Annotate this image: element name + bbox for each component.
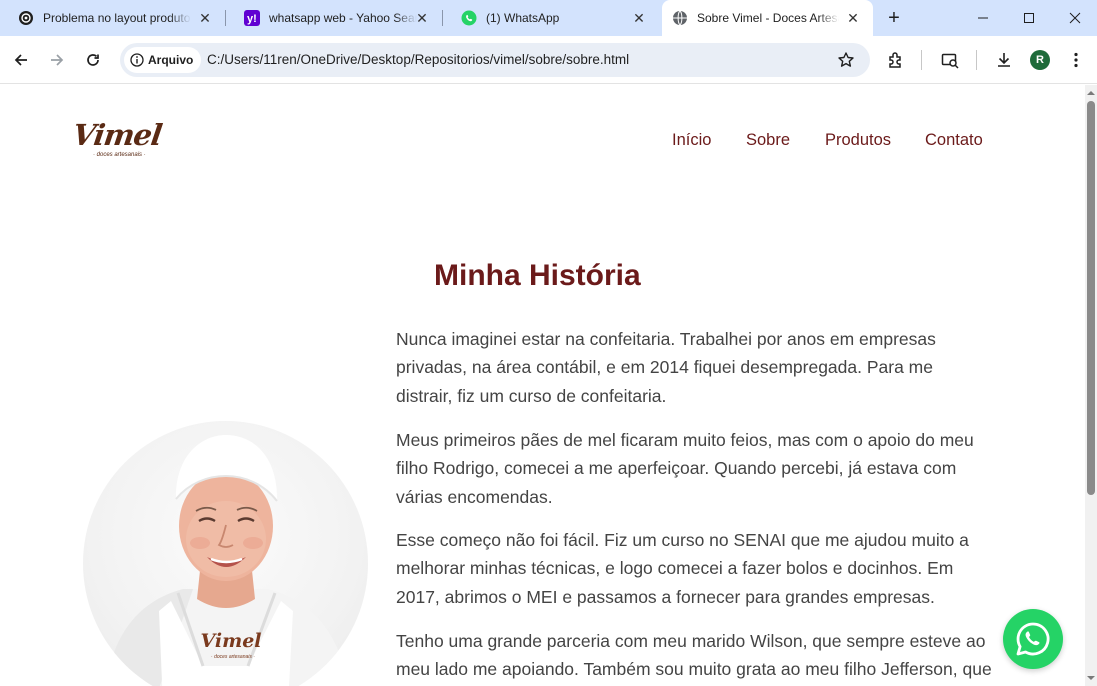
maximize-icon[interactable] xyxy=(1019,8,1039,28)
scroll-up-arrow-icon[interactable] xyxy=(1085,87,1097,99)
tab-title: Sobre Vimel - Doces Artesanais xyxy=(697,11,839,25)
openai-icon xyxy=(18,10,34,26)
globe-icon xyxy=(672,10,688,26)
scroll-down-arrow-icon[interactable] xyxy=(1085,672,1097,684)
tab-title: Problema no layout produtos xyxy=(43,11,191,25)
tab-yahoo[interactable]: y! whatsapp web - Yahoo Search ✕ xyxy=(226,0,442,36)
close-icon[interactable]: ✕ xyxy=(631,10,647,26)
paragraph-line: melhorar minhas técnicas, e logo comecei… xyxy=(396,558,954,579)
paragraph-line: distrair, fiz um curso de confeitaria. xyxy=(396,385,667,406)
site-logo[interactable]: Vimel · doces artesanais · xyxy=(70,118,164,163)
close-icon[interactable]: ✕ xyxy=(197,10,213,26)
story-paragraph: Tenho uma grande parceria com meu marido… xyxy=(396,627,996,684)
yahoo-icon: y! xyxy=(244,10,260,26)
story-paragraph: Esse começo não foi fácil. Fiz um curso … xyxy=(396,526,996,611)
minimize-icon[interactable] xyxy=(973,8,993,28)
profile-avatar[interactable]: R xyxy=(1030,50,1050,70)
site-info-chip[interactable]: Arquivo xyxy=(124,47,202,73)
forward-arrow-icon[interactable] xyxy=(47,50,67,70)
tab-search-icon[interactable] xyxy=(940,50,960,70)
close-icon[interactable]: ✕ xyxy=(414,10,430,26)
portrait-illustration: Vimel · doces artesanais · xyxy=(105,435,349,686)
apron-logo-subtext: · doces artesanais · xyxy=(211,654,255,660)
whatsapp-icon xyxy=(461,10,477,26)
close-window-icon[interactable] xyxy=(1065,8,1085,28)
founder-photo: Vimel · doces artesanais · xyxy=(83,421,368,686)
page-viewport: Vimel · doces artesanais · Início Sobre … xyxy=(0,85,1085,686)
back-arrow-icon[interactable] xyxy=(11,50,31,70)
tab-sobre-vimel[interactable]: Sobre Vimel - Doces Artesanais ✕ xyxy=(662,0,873,36)
info-icon xyxy=(130,53,144,67)
paragraph-line: privadas, na área contábil, e em 2014 fi… xyxy=(396,357,933,378)
download-icon[interactable] xyxy=(994,50,1014,70)
whatsapp-float-button[interactable] xyxy=(1003,609,1063,669)
page-title: Minha História xyxy=(434,259,641,292)
paragraph-line: Tenho uma grande parceria com meu marido… xyxy=(396,631,986,651)
extensions-icon[interactable] xyxy=(886,50,906,70)
new-tab-icon[interactable]: + xyxy=(884,8,904,28)
nav-link-sobre[interactable]: Sobre xyxy=(746,131,790,150)
apron-logo-text: Vimel xyxy=(200,630,261,652)
nav-link-inicio[interactable]: Início xyxy=(672,131,711,150)
toolbar-separator xyxy=(921,50,922,70)
kebab-menu-icon[interactable] xyxy=(1066,50,1086,70)
star-icon[interactable] xyxy=(836,50,856,70)
svg-text:y!: y! xyxy=(247,13,257,25)
tab-chatgpt[interactable]: Problema no layout produtos ✕ xyxy=(0,0,225,36)
url-text: C:/Users/11ren/OneDrive/Desktop/Reposito… xyxy=(207,52,630,67)
paragraph-line: Esse começo não foi fácil. Fiz um curso … xyxy=(396,530,969,550)
tab-whatsapp[interactable]: (1) WhatsApp ✕ xyxy=(443,0,659,36)
story-paragraph: Meus primeiros pães de mel ficaram muito… xyxy=(396,426,996,511)
paragraph-line: várias encomendas. xyxy=(396,486,553,507)
logo-text: Vimel xyxy=(70,118,164,152)
reload-icon[interactable] xyxy=(83,50,103,70)
paragraph-line: 2017, abrimos o MEI e passamos a fornece… xyxy=(396,586,935,607)
whatsapp-icon xyxy=(1016,622,1050,656)
address-bar[interactable]: Arquivo C:/Users/11ren/OneDrive/Desktop/… xyxy=(120,43,870,77)
page-scrollbar[interactable] xyxy=(1085,85,1097,686)
story-paragraph: Nunca imaginei estar na confeitaria. Tra… xyxy=(396,325,996,410)
scrollbar-thumb[interactable] xyxy=(1087,101,1095,495)
nav-link-contato[interactable]: Contato xyxy=(925,131,983,150)
security-chip-label: Arquivo xyxy=(148,53,194,67)
paragraph-line: Nunca imaginei estar na confeitaria. Tra… xyxy=(396,329,936,349)
tab-title: whatsapp web - Yahoo Search xyxy=(269,11,417,25)
tab-title: (1) WhatsApp xyxy=(486,11,560,25)
logo-subtext: · doces artesanais · xyxy=(93,152,146,158)
toolbar-separator xyxy=(976,50,977,70)
paragraph-line: filho Rodrigo, comecei a me aperfeiçoar.… xyxy=(396,458,957,479)
browser-tab-strip: Problema no layout produtos ✕ y! whatsap… xyxy=(0,0,1097,36)
paragraph-line: Meus primeiros pães de mel ficaram muito… xyxy=(396,430,974,450)
close-icon[interactable]: ✕ xyxy=(845,10,861,26)
paragraph-line: meu lado me apoiando. Também sou muito g… xyxy=(396,659,992,680)
browser-toolbar: Arquivo C:/Users/11ren/OneDrive/Desktop/… xyxy=(0,36,1097,84)
nav-link-produtos[interactable]: Produtos xyxy=(825,131,891,150)
